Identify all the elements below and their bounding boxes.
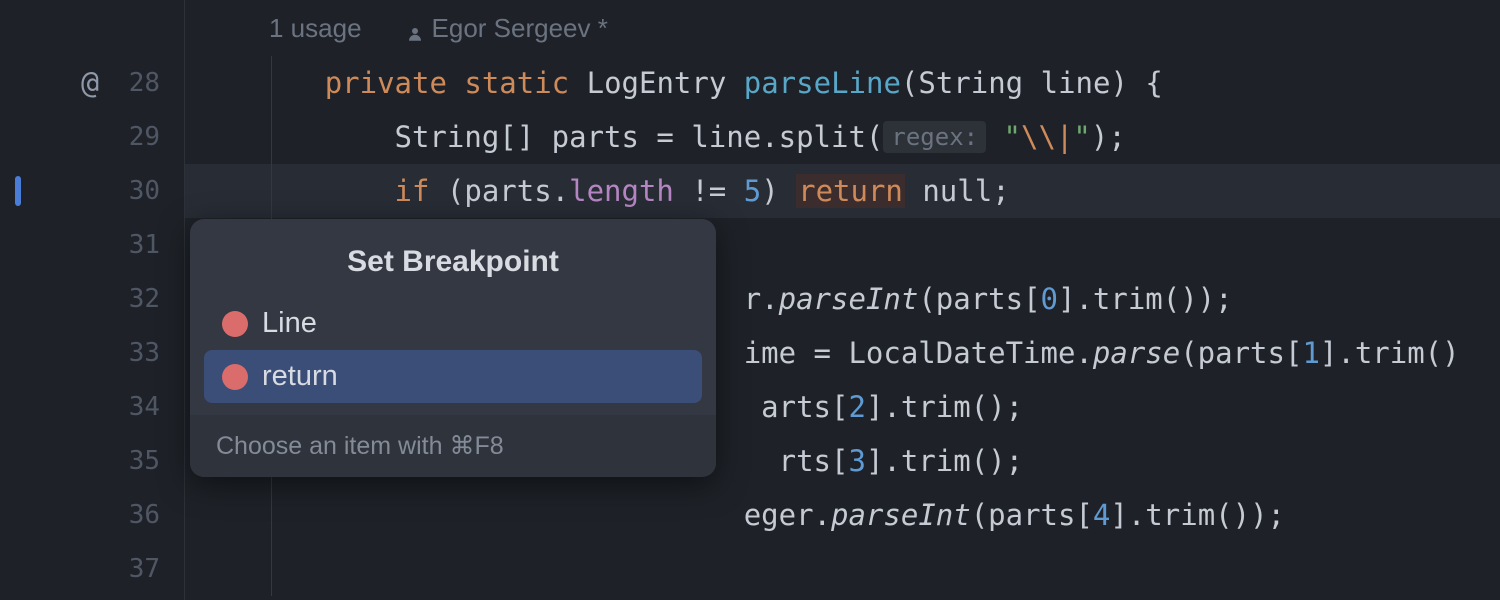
line-number: 35	[129, 446, 160, 476]
gutter-row[interactable]: 35	[0, 434, 184, 488]
token-method: parse	[1093, 336, 1180, 370]
token-keyword: if	[395, 174, 430, 208]
popup-item-line[interactable]: Line	[204, 297, 702, 350]
gutter-row[interactable]: @ 28	[0, 56, 184, 110]
breakpoint-icon	[222, 311, 248, 337]
line-number: 32	[129, 284, 160, 314]
gutter-row[interactable]: 37	[0, 542, 184, 596]
indent-guide	[271, 164, 272, 218]
current-line-indicator	[15, 176, 21, 206]
shortcut-hint: ⌘F8	[449, 432, 503, 460]
user-icon	[406, 19, 424, 37]
line-number: 29	[129, 122, 160, 152]
popup-item-label: return	[262, 360, 338, 393]
line-number: 28	[129, 68, 160, 98]
line-number: 37	[129, 554, 160, 584]
gutter-row[interactable]: 33	[0, 326, 184, 380]
token-number: 5	[744, 174, 761, 208]
token-type: LogEntry	[587, 66, 727, 100]
token-type: String	[918, 66, 1023, 100]
popup-item-label: Line	[262, 307, 317, 340]
code-line[interactable]: String[] parts = line.split(regex: "\\|"…	[185, 110, 1500, 164]
token-method: parseInt	[779, 282, 919, 316]
code-line[interactable]: private static LogEntry parseLine(String…	[185, 56, 1500, 110]
popup-title: Set Breakpoint	[190, 219, 716, 297]
token-method: parseInt	[831, 498, 971, 532]
line-number: 36	[129, 500, 160, 530]
gutter-row[interactable]: 29	[0, 110, 184, 164]
popup-footer: Choose an item with ⌘F8	[190, 415, 716, 477]
gutter-row[interactable]: 31	[0, 218, 184, 272]
gutter: @ 28 29 30 31 32 33 34 35 36 37	[0, 0, 185, 600]
code-line[interactable]: eger.parseInt(parts[4].trim());	[185, 488, 1500, 542]
param-hint: regex:	[883, 121, 986, 153]
inlay-hints: 1 usage Egor Sergeev *	[185, 0, 1500, 56]
token-method: parseLine	[744, 66, 901, 100]
token-keyword: static	[464, 66, 569, 100]
override-annotation-icon[interactable]: @	[81, 66, 99, 101]
popup-items: Line return	[190, 297, 716, 415]
indent-guide	[271, 542, 272, 596]
token: String[] parts = line.split(	[395, 120, 884, 154]
token-keyword: private	[325, 66, 447, 100]
breakpoint-icon	[222, 364, 248, 390]
gutter-row[interactable]: 36	[0, 488, 184, 542]
line-number: 30	[129, 176, 160, 206]
usages-hint[interactable]: 1 usage	[269, 13, 362, 44]
gutter-row[interactable]: 30	[0, 164, 184, 218]
code-line[interactable]	[185, 542, 1500, 596]
gutter-row[interactable]: 32	[0, 272, 184, 326]
line-number: 31	[129, 230, 160, 260]
author-hint[interactable]: Egor Sergeev *	[406, 13, 608, 44]
token-param: line	[1041, 66, 1111, 100]
indent-guide	[271, 488, 272, 542]
line-number: 33	[129, 338, 160, 368]
indent-guide	[271, 56, 272, 110]
line-number: 34	[129, 392, 160, 422]
author-name: Egor Sergeev *	[432, 13, 608, 44]
gutter-row[interactable]: 34	[0, 380, 184, 434]
popup-item-return[interactable]: return	[204, 350, 702, 403]
token-field: length	[569, 174, 674, 208]
token-return: return	[796, 174, 905, 208]
breakpoint-popup: Set Breakpoint Line return Choose an ite…	[190, 219, 716, 477]
indent-guide	[271, 110, 272, 164]
code-line-current[interactable]: if (parts.length != 5) return null;	[185, 164, 1500, 218]
